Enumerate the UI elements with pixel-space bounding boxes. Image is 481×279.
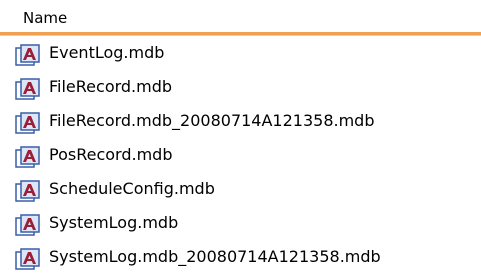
access-database-icon xyxy=(15,78,40,100)
file-list-item[interactable]: SystemLog.mdb_20080714A121358.mdb xyxy=(0,240,481,274)
file-name: FileRecord.mdb_20080714A121358.mdb xyxy=(49,111,375,130)
file-list: EventLog.mdb FileRecord.mdb FileRecord.m… xyxy=(0,36,481,274)
file-list-item[interactable]: FileRecord.mdb xyxy=(0,70,481,104)
file-name: FileRecord.mdb xyxy=(49,77,173,96)
access-database-icon xyxy=(15,180,40,202)
column-header-label: Name xyxy=(23,9,68,27)
file-list-item[interactable]: ScheduleConfig.mdb xyxy=(0,172,481,206)
access-database-icon xyxy=(15,44,40,66)
file-list-item[interactable]: SystemLog.mdb xyxy=(0,206,481,240)
file-name: PosRecord.mdb xyxy=(49,145,173,164)
file-list-item[interactable]: EventLog.mdb xyxy=(0,36,481,70)
file-list-item[interactable]: FileRecord.mdb_20080714A121358.mdb xyxy=(0,104,481,138)
file-name: SystemLog.mdb xyxy=(49,213,179,232)
column-header-name[interactable]: Name xyxy=(0,0,481,36)
access-database-icon xyxy=(15,146,40,168)
file-name: SystemLog.mdb_20080714A121358.mdb xyxy=(49,247,381,266)
access-database-icon xyxy=(15,112,40,134)
file-list-item[interactable]: PosRecord.mdb xyxy=(0,138,481,172)
access-database-icon xyxy=(15,248,40,270)
file-name: EventLog.mdb xyxy=(49,43,165,62)
file-name: ScheduleConfig.mdb xyxy=(49,179,215,198)
access-database-icon xyxy=(15,214,40,236)
